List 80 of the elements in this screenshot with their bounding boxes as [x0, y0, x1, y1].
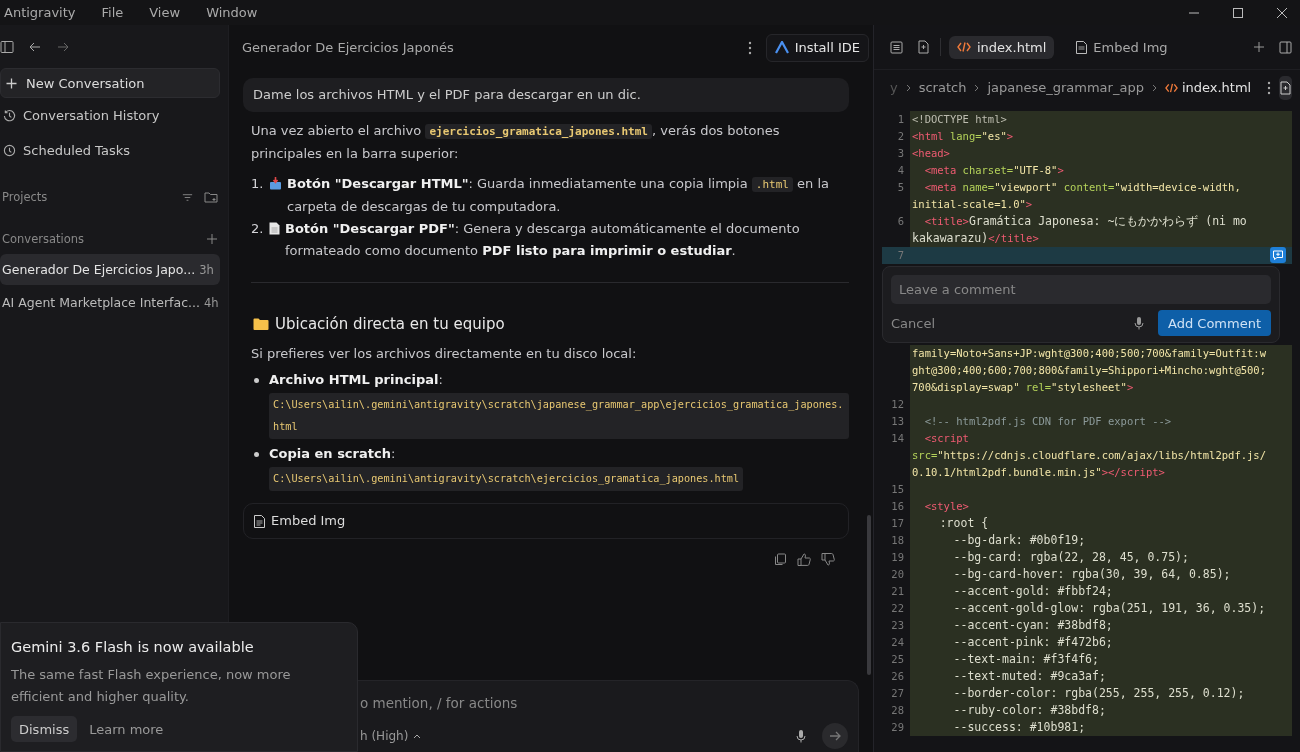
- menu-item[interactable]: Window: [206, 5, 258, 20]
- chevron-icon: [974, 83, 980, 92]
- editor-tab[interactable]: Embed Img: [1068, 35, 1176, 59]
- maximize-icon[interactable]: [1232, 6, 1244, 19]
- breadcrumb-item[interactable]: index.html: [1181, 80, 1252, 95]
- bullet: [254, 378, 259, 383]
- app-menu[interactable]: Antigravity: [0, 5, 76, 20]
- attachment-card[interactable]: Embed Img: [243, 503, 849, 539]
- chevron-icon: [1151, 83, 1157, 92]
- add-comment-button[interactable]: Add Comment: [1158, 310, 1271, 336]
- arrow-icon: [829, 730, 841, 742]
- conversation-title: Generador De Ejercicios Japonés: [242, 40, 455, 55]
- list-item-label: Copia en scratch:: [269, 445, 396, 463]
- microphone-icon[interactable]: [1134, 316, 1144, 330]
- scrollbar[interactable]: [867, 515, 871, 675]
- caret-icon: [413, 733, 422, 739]
- page-icon: [269, 222, 280, 235]
- code-icon: [1164, 82, 1178, 93]
- document-icon: [1076, 40, 1088, 54]
- paragraph: Si prefieres ver los archivos directamente en tu disco local:: [251, 345, 638, 363]
- editor-tab[interactable]: index.html: [949, 35, 1055, 59]
- section-title: Projects: [2, 190, 48, 204]
- list-number: 1.: [251, 175, 265, 193]
- section-heading: Ubicación directa en tu equipo: [275, 314, 505, 335]
- send-button[interactable]: [822, 723, 848, 749]
- document-add-icon: [1279, 80, 1293, 95]
- document-add-icon[interactable]: [917, 40, 930, 54]
- plus-icon: [6, 77, 17, 89]
- logo-icon: [774, 41, 789, 54]
- sidebar-toggle-icon[interactable]: [0, 40, 14, 54]
- folder-icon: [253, 317, 269, 331]
- file-path: C:\Users\ailin\.gemini\antigravity\scratch\japanese_grammar_app\ejercicios_gramatica_japones.html: [269, 393, 849, 439]
- forward-arrow-icon[interactable]: [56, 40, 70, 54]
- model-selector[interactable]: h (High): [360, 729, 422, 743]
- attachment-name: Embed Img: [271, 512, 346, 530]
- list-number: 2.: [251, 220, 265, 238]
- back-arrow-icon[interactable]: [28, 40, 42, 54]
- chevron-icon: [905, 83, 911, 92]
- copy-icon[interactable]: [774, 553, 787, 566]
- list-icon[interactable]: [890, 40, 903, 54]
- notification-title: Gemini 3.6 Flash is now available: [11, 639, 254, 655]
- dismiss-button[interactable]: Dismiss: [11, 716, 78, 742]
- more-options-icon[interactable]: [1267, 80, 1272, 95]
- list-item-text: Botón "Descargar PDF": Genera y descarga automáticamente el documento formateado como documento PDF listo para imprimir o estudiar.: [285, 220, 801, 260]
- more-options-icon[interactable]: [747, 40, 752, 55]
- list-item-label: Archivo HTML principal:: [269, 371, 443, 389]
- history-icon: [3, 109, 16, 122]
- bullet: [254, 452, 259, 457]
- document-add-button[interactable]: [1279, 75, 1293, 100]
- file-path: C:\Users\ailin\.gemini\antigravity\scratch\ejercicios_gramatica_japones.html: [269, 467, 744, 491]
- thumbs-down-icon[interactable]: [821, 553, 835, 566]
- conversation-item[interactable]: AI Agent Marketplace Interfac... 4h: [0, 287, 220, 318]
- add-icon[interactable]: [1253, 41, 1265, 53]
- close-icon[interactable]: [1276, 6, 1288, 19]
- install-ide-button[interactable]: Install IDE: [765, 33, 869, 62]
- user-message: Dame los archivos HTML y el PDF para descargar en un dic.: [243, 78, 849, 112]
- menu-item[interactable]: File: [101, 5, 124, 20]
- breadcrumb-item[interactable]: japanese_grammar_app: [987, 80, 1144, 95]
- paragraph: Una vez abierto el archivo ejercicios_gramatica_japones.html , verás dos botones principales en la barra superior:: [251, 122, 781, 163]
- code-icon: [957, 42, 971, 52]
- add-comment-icon[interactable]: [1270, 247, 1286, 263]
- breadcrumb-item[interactable]: scratch: [918, 80, 967, 95]
- new-conversation-button[interactable]: New Conversation: [0, 68, 220, 98]
- split-panel-icon[interactable]: [1279, 40, 1292, 54]
- sidebar-nav-item[interactable]: Conversation History: [0, 98, 228, 133]
- sidebar-nav-item[interactable]: Scheduled Tasks: [0, 133, 228, 168]
- comment-input-field[interactable]: Leave a comment: [891, 275, 1271, 304]
- add-icon[interactable]: [206, 233, 218, 245]
- clock-icon: [3, 144, 16, 157]
- conversation-item[interactable]: Generador De Ejercicios Japo... 3h: [0, 254, 220, 285]
- learn-more-link[interactable]: Learn more: [89, 721, 164, 737]
- section-title: Conversations: [2, 232, 85, 246]
- menu-item[interactable]: View: [149, 5, 181, 20]
- cancel-button[interactable]: Cancel: [891, 315, 936, 331]
- new-folder-icon[interactable]: [204, 190, 218, 204]
- microphone-icon[interactable]: [796, 729, 806, 743]
- document-icon: [254, 514, 265, 528]
- thumbs-up-icon[interactable]: [797, 553, 811, 566]
- list-item-text: Botón "Descargar HTML": Guarda inmediatamente una copia limpia .html en la carpeta de descargas de tu computadora.: [287, 175, 831, 216]
- inbox-tray-icon: [269, 177, 282, 190]
